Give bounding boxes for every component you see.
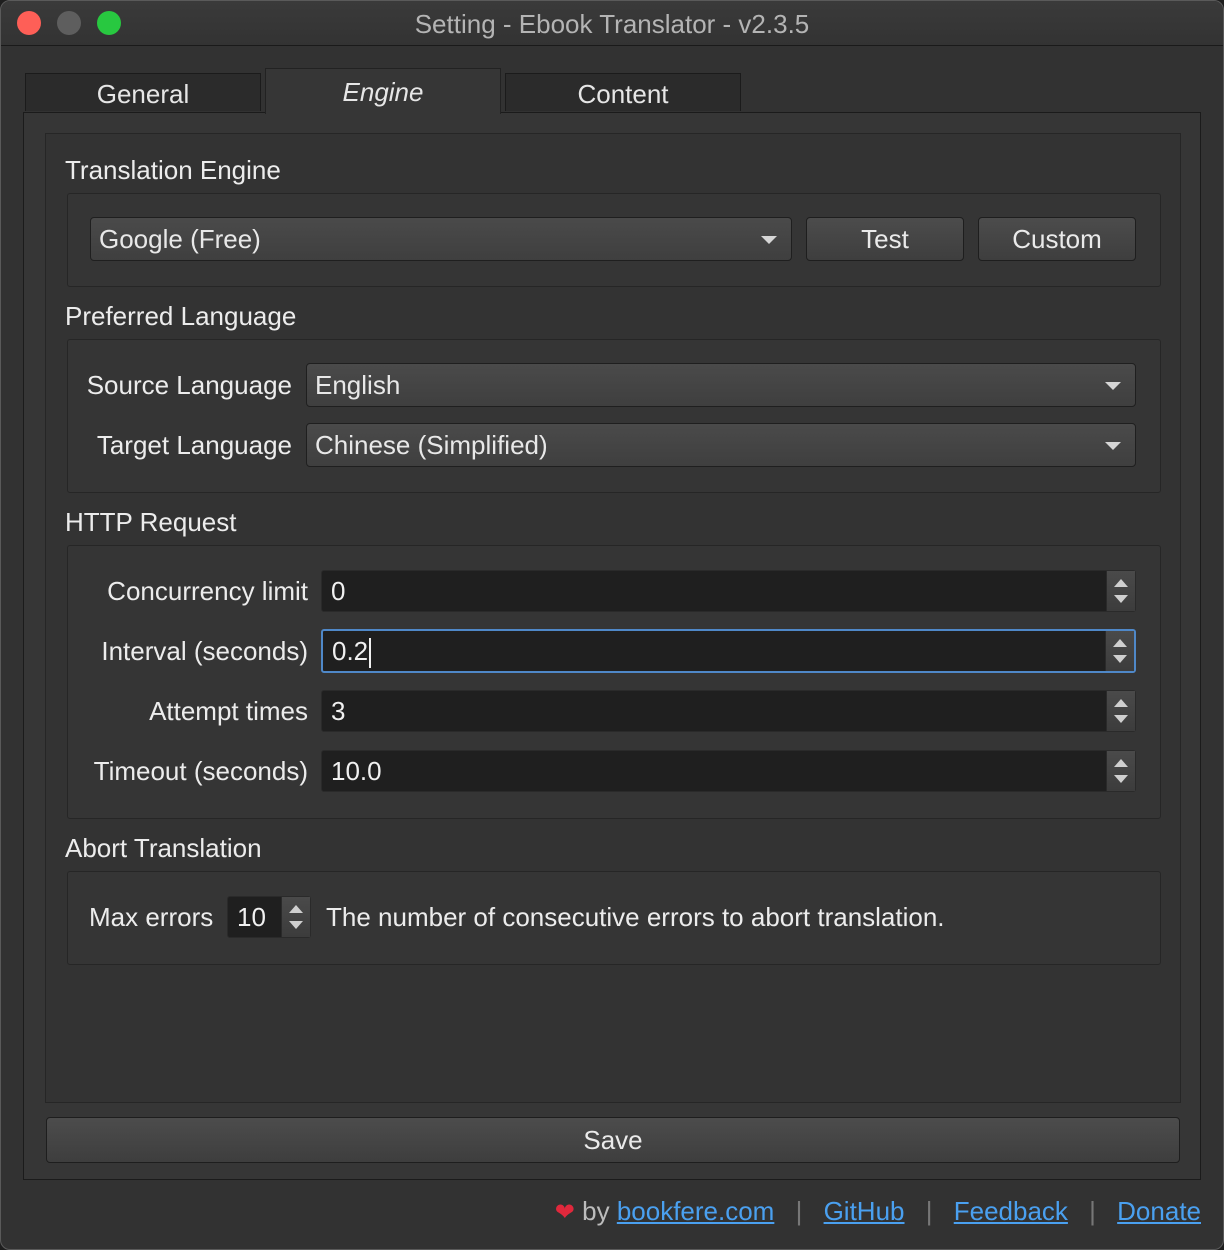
engine-select-value: Google (Free) [99,224,261,254]
concurrency-limit-label: Concurrency limit [107,576,308,606]
max-errors-description: The number of consecutive errors to abor… [326,902,945,932]
timeout-label: Timeout (seconds) [93,756,308,786]
footer-separator: | [925,1196,933,1226]
max-errors-label: Max errors [89,902,214,932]
attempt-times-stepper[interactable] [1106,691,1135,731]
timeout-stepper[interactable] [1106,751,1135,791]
target-language-value: Chinese (Simplified) [315,430,548,460]
settings-window: Setting - Ebook Translator - v2.3.5 Gene… [0,0,1224,1250]
target-language-select[interactable]: Chinese (Simplified) [306,423,1136,467]
timeout-value: 10.0 [331,756,382,786]
concurrency-limit-input[interactable]: 0 [321,570,1136,612]
stepper-down-icon[interactable] [1114,775,1128,783]
stepper-down-icon[interactable] [289,921,303,929]
section-title-preferred-language: Preferred Language [65,301,297,331]
source-language-value: English [315,370,401,400]
footer-separator: | [795,1196,803,1226]
stepper-up-icon[interactable] [1114,759,1128,767]
chevron-down-icon [1105,442,1121,450]
stepper-down-icon[interactable] [1114,595,1128,603]
text-cursor [369,638,372,669]
attempt-times-label: Attempt times [149,696,308,726]
stepper-up-icon[interactable] [1114,699,1128,707]
max-errors-input[interactable]: 10 [227,896,311,938]
title-bar: Setting - Ebook Translator - v2.3.5 [1,1,1223,46]
interval-stepper[interactable] [1105,631,1134,671]
attempt-times-value: 3 [331,696,346,726]
max-errors-value: 10 [237,902,266,932]
stepper-up-icon[interactable] [289,905,303,913]
bookfere-link[interactable]: bookfere.com [617,1196,775,1226]
footer-separator: | [1089,1196,1096,1226]
feedback-link[interactable]: Feedback [954,1196,1068,1226]
engine-select[interactable]: Google (Free) [90,217,792,261]
donate-link[interactable]: Donate [1117,1196,1201,1226]
save-button[interactable]: Save [46,1117,1180,1163]
source-language-label: Source Language [86,370,292,400]
concurrency-limit-value: 0 [331,576,346,606]
stepper-up-icon[interactable] [1113,639,1127,647]
tab-general[interactable]: General [25,73,261,111]
interval-input[interactable]: 0.2 [321,629,1136,673]
interval-label: Interval (seconds) [101,636,308,666]
chevron-down-icon [1105,382,1121,390]
timeout-input[interactable]: 10.0 [321,750,1136,792]
interval-value: 0.2 [332,636,369,666]
stepper-up-icon[interactable] [1114,579,1128,587]
chevron-down-icon [761,236,777,244]
max-errors-stepper[interactable] [281,897,310,937]
stepper-down-icon[interactable] [1113,655,1127,663]
stepper-down-icon[interactable] [1114,715,1128,723]
test-button[interactable]: Test [806,217,964,261]
section-title-abort-translation: Abort Translation [65,833,262,863]
section-title-http-request: HTTP Request [65,507,237,537]
source-language-select[interactable]: English [306,363,1136,407]
footer: ❤ by bookfere.com | GitHub | Feedback | … [555,1196,1201,1227]
tab-engine[interactable]: Engine [265,68,501,114]
tab-content[interactable]: Content [505,73,741,111]
attempt-times-input[interactable]: 3 [321,690,1136,732]
custom-button[interactable]: Custom [978,217,1136,261]
section-title-translation-engine: Translation Engine [65,155,281,185]
concurrency-limit-stepper[interactable] [1106,571,1135,611]
target-language-label: Target Language [96,430,292,460]
footer-by: by [582,1196,610,1226]
github-link[interactable]: GitHub [824,1196,905,1226]
heart-icon: ❤ [554,1199,575,1226]
window-title: Setting - Ebook Translator - v2.3.5 [414,9,810,39]
